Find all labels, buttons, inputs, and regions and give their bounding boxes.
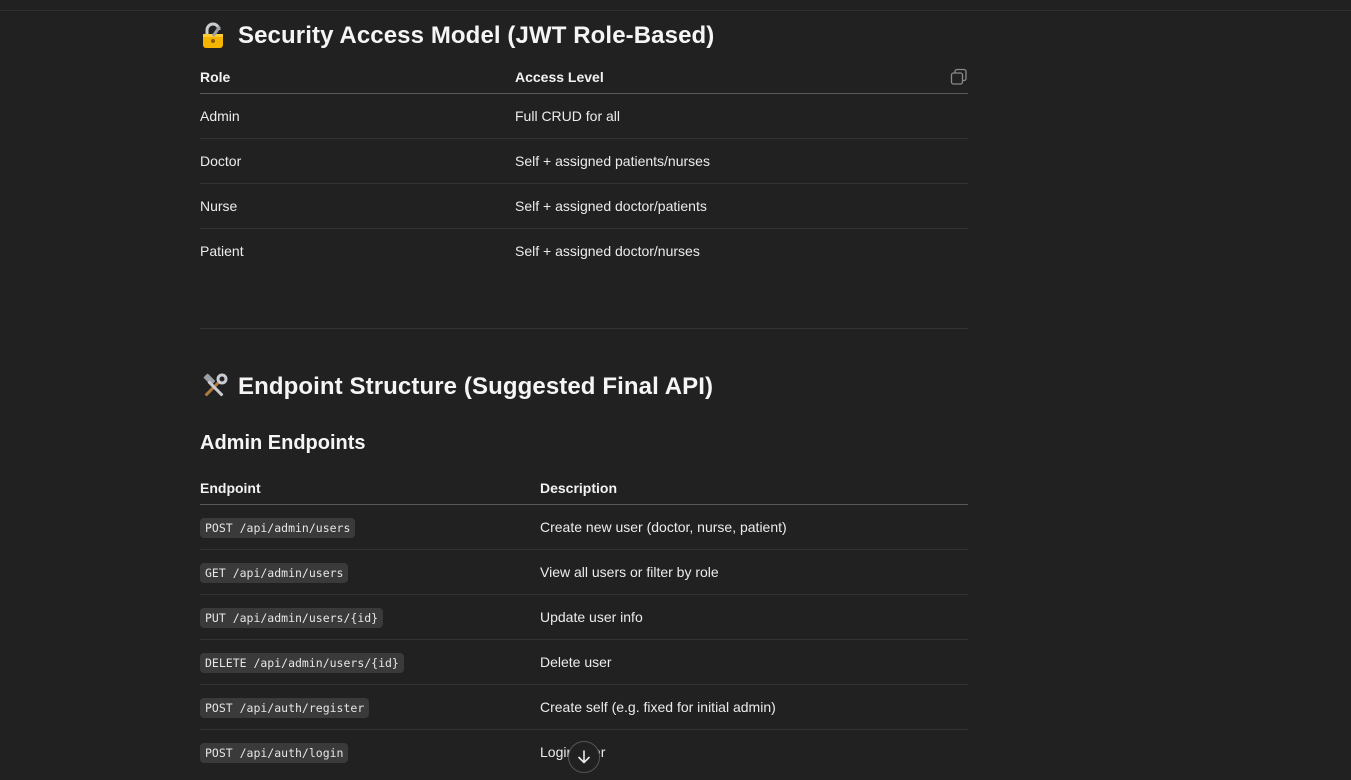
description-cell: Create new user (doctor, nurse, patient) bbox=[540, 504, 968, 550]
endpoint-code: PUT /api/admin/users/{id} bbox=[200, 608, 384, 628]
endpoint-code: GET /api/admin/users bbox=[200, 563, 349, 583]
section-divider bbox=[200, 328, 968, 329]
column-header: Description bbox=[540, 471, 968, 505]
admin-endpoints-table: Endpoint Description POST /api/admin/use… bbox=[200, 471, 968, 774]
security-title: Security Access Model (JWT Role-Based) bbox=[238, 22, 715, 49]
access-cell: Self + assigned doctor/nurses bbox=[515, 243, 700, 259]
endpoint-cell: POST /api/auth/register bbox=[200, 684, 540, 730]
endpoint-cell: PUT /api/admin/users/{id} bbox=[200, 594, 540, 640]
table-row: Doctor Self + assigned patients/nurses bbox=[200, 138, 968, 184]
description-cell: Create self (e.g. fixed for initial admi… bbox=[540, 684, 968, 730]
access-cell: Full CRUD for all bbox=[515, 93, 968, 139]
table-row: POST /api/admin/users Create new user (d… bbox=[200, 504, 968, 550]
table-header-row: Role Access Level bbox=[200, 60, 968, 94]
column-header: Role bbox=[200, 60, 515, 94]
top-divider bbox=[0, 10, 1351, 11]
endpoint-cell: GET /api/admin/users bbox=[200, 549, 540, 595]
role-cell: Doctor bbox=[200, 138, 515, 184]
role-cell: Admin bbox=[200, 93, 515, 139]
endpoint-cell: DELETE /api/admin/users/{id} bbox=[200, 639, 540, 685]
endpoint-code: POST /api/admin/users bbox=[200, 518, 356, 538]
lock-with-key-icon bbox=[203, 22, 223, 48]
table-row: POST /api/auth/register Create self (e.g… bbox=[200, 684, 968, 730]
security-table: Role Access Level Admin Full CRUD for al… bbox=[200, 60, 968, 273]
role-cell: Patient bbox=[200, 243, 244, 259]
endpoints-section: Endpoint Structure (Suggested Final API)… bbox=[200, 372, 968, 774]
endpoint-code: POST /api/auth/register bbox=[200, 698, 370, 718]
column-header: Access Level bbox=[515, 60, 968, 94]
table-row: Admin Full CRUD for all bbox=[200, 93, 968, 139]
endpoint-code: DELETE /api/admin/users/{id} bbox=[200, 653, 404, 673]
security-table-wrapper: Role Access Level Admin Full CRUD for al… bbox=[200, 60, 968, 273]
arrow-down-icon bbox=[578, 750, 590, 764]
table-row: Nurse Self + assigned doctor/patients bbox=[200, 183, 968, 229]
endpoint-cell: POST /api/admin/users bbox=[200, 504, 540, 550]
description-cell: Login user bbox=[540, 744, 605, 760]
column-header: Endpoint bbox=[200, 471, 540, 505]
endpoints-heading: Endpoint Structure (Suggested Final API) bbox=[200, 372, 968, 402]
table-header-row: Endpoint Description bbox=[200, 471, 968, 505]
description-cell: Delete user bbox=[540, 639, 968, 685]
endpoints-title: Endpoint Structure (Suggested Final API) bbox=[238, 373, 714, 400]
endpoint-code: POST /api/auth/login bbox=[200, 743, 349, 763]
scroll-to-bottom-button[interactable] bbox=[568, 741, 600, 773]
table-row: Patient Self + assigned doctor/nurses bbox=[200, 229, 968, 274]
role-cell: Nurse bbox=[200, 183, 515, 229]
hammer-and-wrench-icon bbox=[203, 373, 228, 397]
copy-table-icon[interactable] bbox=[950, 68, 968, 86]
table-row: GET /api/admin/users View all users or f… bbox=[200, 549, 968, 595]
admin-endpoints-heading: Admin Endpoints bbox=[200, 432, 366, 454]
description-cell: View all users or filter by role bbox=[540, 549, 968, 595]
endpoint-cell: POST /api/auth/login bbox=[200, 730, 540, 775]
access-cell: Self + assigned doctor/patients bbox=[515, 183, 968, 229]
security-section: Security Access Model (JWT Role-Based) R… bbox=[200, 21, 968, 273]
table-row: PUT /api/admin/users/{id} Update user in… bbox=[200, 594, 968, 640]
table-row: DELETE /api/admin/users/{id} Delete user bbox=[200, 639, 968, 685]
security-heading: Security Access Model (JWT Role-Based) bbox=[200, 21, 968, 51]
description-cell: Update user info bbox=[540, 594, 968, 640]
access-cell: Self + assigned patients/nurses bbox=[515, 138, 968, 184]
